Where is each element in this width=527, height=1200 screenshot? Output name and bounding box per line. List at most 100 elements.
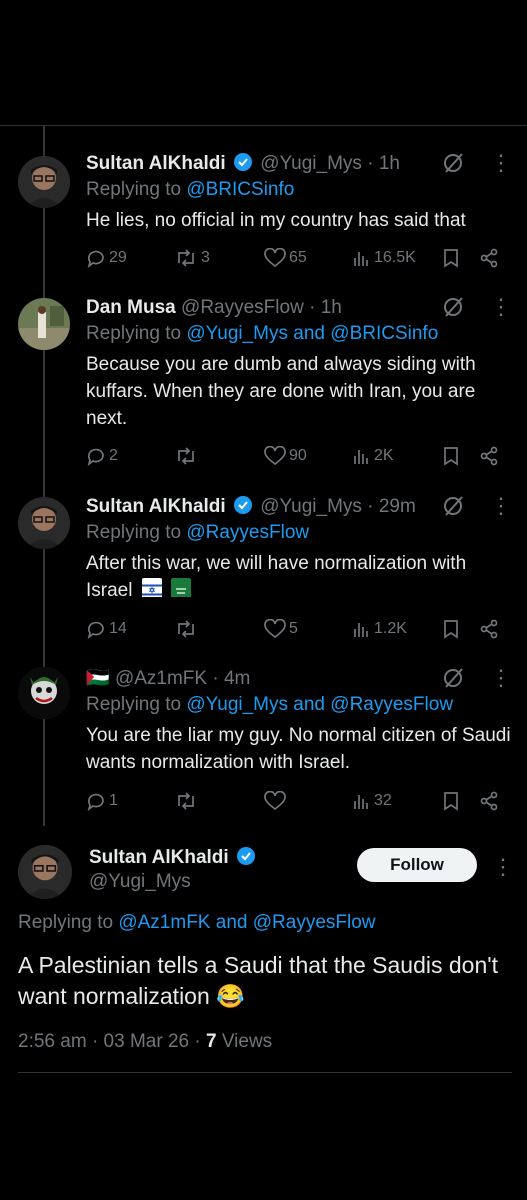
author-handle[interactable]: @Yugi_Mys (260, 153, 362, 174)
post-text: Because you are dumb and always siding w… (86, 354, 476, 429)
avatar[interactable] (18, 298, 70, 350)
author-handle[interactable]: @Yugi_Mys (89, 871, 191, 893)
post-time[interactable]: 29m (379, 496, 416, 517)
grok-icon[interactable] (441, 494, 465, 523)
top-divider (0, 125, 527, 126)
views-count: 2K (374, 447, 394, 464)
author-name[interactable]: Sultan AlKhaldi (86, 153, 226, 174)
views-icon (354, 252, 368, 266)
more-options-icon[interactable]: ⋮ (492, 854, 514, 880)
post-header: 🇵🇸 @Az1mFK · 4m (86, 667, 250, 691)
post-time[interactable]: 4m (224, 668, 250, 689)
avatar[interactable] (18, 497, 70, 549)
author-name[interactable]: 🇵🇸 (86, 668, 110, 689)
repost-icon (178, 792, 194, 810)
author-handle[interactable]: @RayyesFlow (181, 297, 304, 318)
mention-link[interactable]: @Az1mFK (118, 912, 210, 933)
like-count: 5 (289, 620, 298, 637)
thread-connector-line (43, 126, 45, 826)
more-options-icon[interactable]: ⋮ (490, 495, 512, 517)
share-icon[interactable] (479, 619, 502, 639)
avatar[interactable] (18, 667, 70, 719)
like-button[interactable]: 65 (264, 248, 307, 268)
bookmark-icon[interactable] (442, 446, 463, 466)
mention-link[interactable]: @Yugi_Mys (186, 323, 288, 344)
avatar[interactable] (18, 156, 70, 208)
author-name[interactable]: Dan Musa (86, 297, 176, 318)
mention-link[interactable]: @RayyesFlow (330, 694, 453, 715)
repost-button[interactable] (174, 446, 201, 466)
like-button[interactable] (264, 791, 289, 811)
repost-button[interactable]: 3 (174, 248, 210, 268)
author-name-row: Sultan AlKhaldi (89, 846, 258, 872)
views-count[interactable]: 7 (206, 1031, 217, 1052)
post-date[interactable]: 03 Mar 26 (104, 1031, 190, 1052)
post-time[interactable]: 1h (379, 153, 400, 174)
heart-icon (264, 446, 286, 466)
views-button[interactable]: 1.2K (351, 619, 407, 639)
grok-icon[interactable] (441, 295, 465, 324)
action-bar: 29 3 65 16.5K (86, 248, 516, 272)
post-time[interactable]: 2:56 am (18, 1031, 87, 1052)
reply-button[interactable]: 14 (86, 619, 127, 639)
author-handle[interactable]: @Yugi_Mys (260, 496, 362, 517)
reply-count: 1 (109, 792, 118, 809)
mention-link[interactable]: @RayyesFlow (186, 522, 309, 543)
grok-icon[interactable] (441, 151, 465, 180)
and-conjunction: and (293, 323, 325, 344)
views-button[interactable]: 16.5K (351, 248, 416, 268)
replying-prefix: Replying to (86, 694, 182, 715)
bookmark-icon[interactable] (442, 619, 463, 639)
heart-icon (264, 248, 286, 268)
action-bar: 2 90 2K (86, 446, 516, 470)
repost-button[interactable] (174, 791, 201, 811)
replying-to: Replying to @RayyesFlow (86, 521, 309, 545)
views-icon (354, 795, 368, 809)
grok-icon[interactable] (441, 666, 465, 695)
mention-link[interactable]: @BRICSinfo (186, 179, 294, 200)
reply-button[interactable]: 2 (86, 446, 118, 466)
views-count: 1.2K (374, 620, 407, 637)
like-button[interactable]: 5 (264, 619, 298, 639)
separator-dot: · (91, 1031, 99, 1052)
repost-count: 3 (201, 249, 210, 266)
post-time[interactable]: 1h (321, 297, 342, 318)
author-name[interactable]: Sultan AlKhaldi (89, 847, 229, 868)
replying-to: Replying to @Yugi_Mys and @RayyesFlow (86, 693, 453, 717)
follow-button[interactable]: Follow (357, 848, 477, 882)
post-text: You are the liar my guy. No normal citiz… (86, 725, 511, 773)
more-options-icon[interactable]: ⋮ (490, 667, 512, 689)
views-button[interactable]: 32 (351, 791, 392, 811)
author-name[interactable]: Sultan AlKhaldi (86, 496, 226, 517)
heart-icon (264, 619, 286, 639)
share-icon[interactable] (479, 446, 502, 466)
mention-link[interactable]: @Yugi_Mys (186, 694, 288, 715)
repost-button[interactable] (174, 619, 201, 639)
reply-count: 2 (109, 447, 118, 464)
verified-badge-icon (236, 846, 256, 872)
repost-icon (178, 620, 194, 638)
more-options-icon[interactable]: ⋮ (490, 152, 512, 174)
share-icon[interactable] (479, 791, 502, 811)
and-conjunction: and (293, 694, 325, 715)
author-handle[interactable]: @Az1mFK (115, 668, 207, 689)
mention-link[interactable]: @RayyesFlow (253, 912, 376, 933)
israel-flag-icon (141, 578, 162, 597)
share-icon[interactable] (479, 248, 502, 268)
bookmark-icon[interactable] (442, 791, 463, 811)
reply-button[interactable]: 29 (86, 248, 127, 268)
replying-to: Replying to @Az1mFK and @RayyesFlow (18, 912, 376, 934)
avatar[interactable] (18, 845, 72, 899)
replying-prefix: Replying to (86, 323, 182, 344)
views-button[interactable]: 2K (351, 446, 394, 466)
replying-to: Replying to @Yugi_Mys and @BRICSinfo (86, 322, 438, 346)
verified-badge-icon (233, 152, 253, 179)
bookmark-icon[interactable] (442, 248, 463, 268)
like-count: 65 (289, 249, 307, 266)
reply-icon (87, 448, 104, 466)
like-button[interactable]: 90 (264, 446, 307, 466)
more-options-icon[interactable]: ⋮ (490, 296, 512, 318)
mention-link[interactable]: @BRICSinfo (330, 323, 438, 344)
separator-dot: · (212, 668, 219, 689)
reply-button[interactable]: 1 (86, 791, 118, 811)
